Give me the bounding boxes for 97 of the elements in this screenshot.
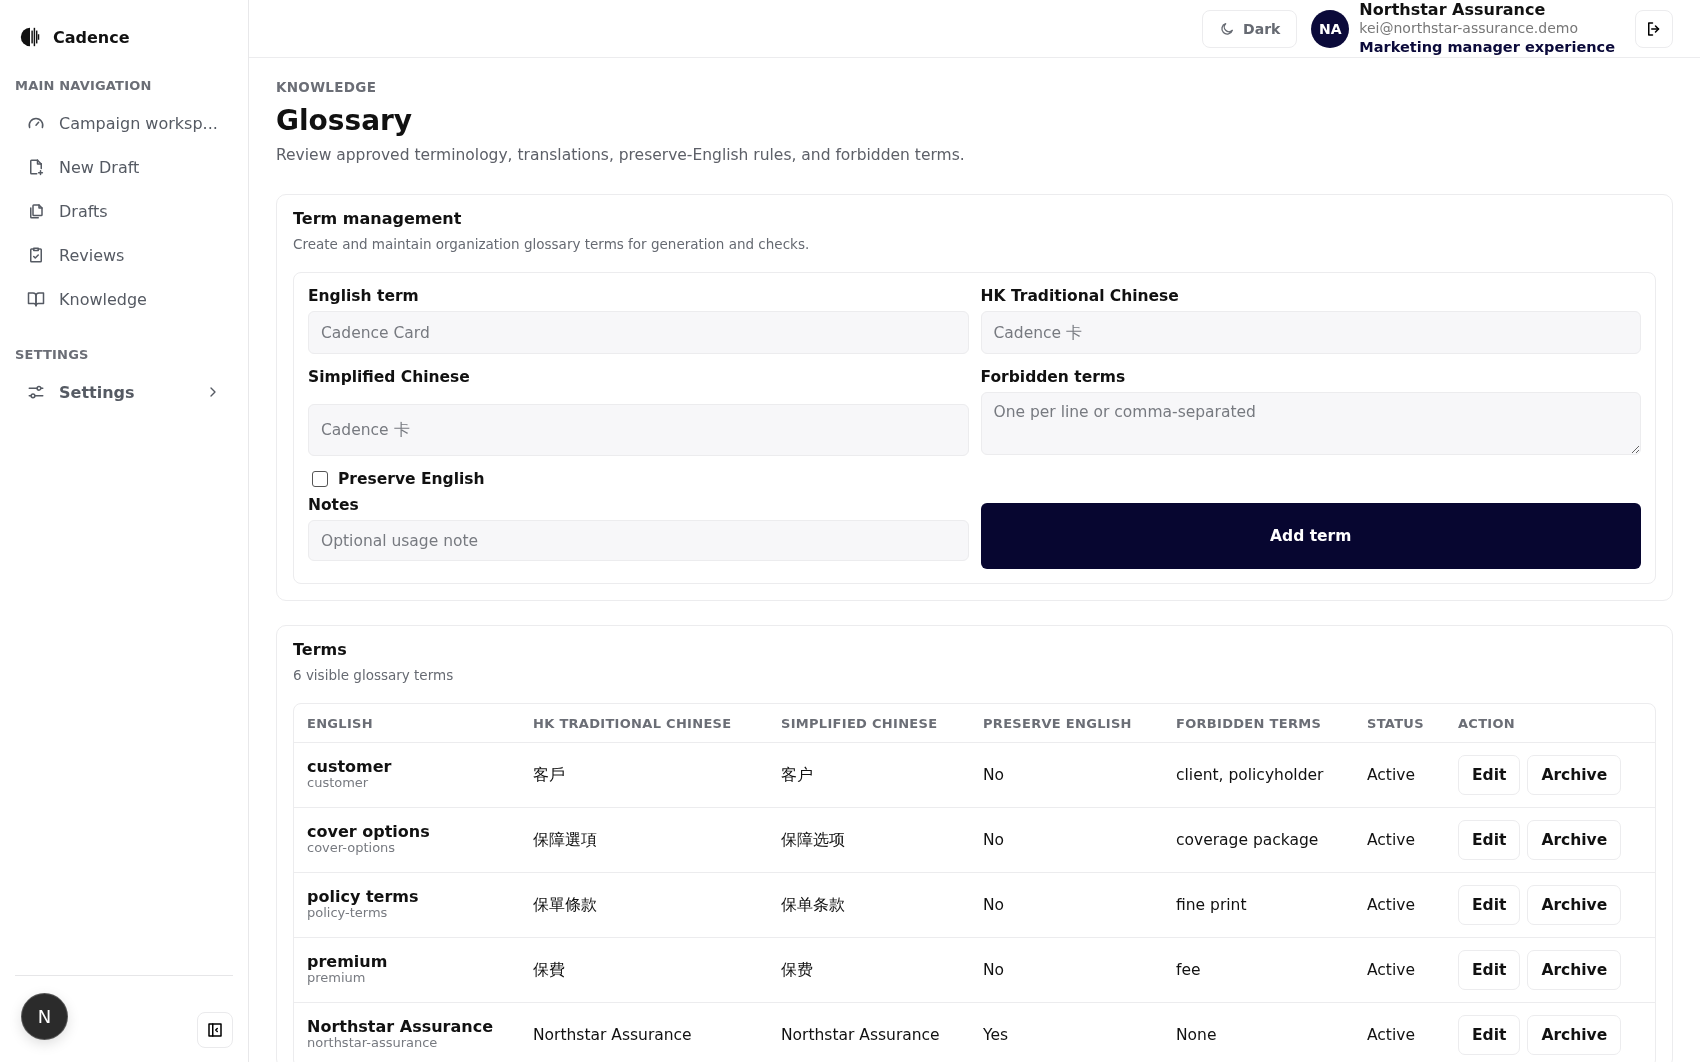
files-icon: [27, 202, 45, 220]
card-title: Term management: [293, 209, 463, 228]
column-header: PRESERVE ENGLISH: [983, 715, 1133, 731]
input-field[interactable]: Cadence Card: [308, 311, 969, 354]
account-avatar: NA: [1311, 9, 1350, 48]
card-subtitle: 6 visible glossary terms: [293, 667, 455, 683]
checkbox[interactable]: [312, 471, 328, 487]
table-cell-text: 保费: [781, 959, 814, 981]
table-cell-text: Active: [1367, 766, 1416, 784]
nav-item[interactable]: Campaign worksp...: [15, 101, 233, 145]
nav-item[interactable]: Drafts: [15, 189, 233, 233]
table-cell-text: fee: [1176, 961, 1202, 979]
account-email: kei@northstar-assurance.demo: [1359, 19, 1579, 38]
edit-button[interactable]: Edit: [1458, 755, 1521, 795]
field-label: Notes: [308, 496, 360, 514]
table-cell-text: 保单条款: [781, 894, 846, 916]
column-header: ENGLISH: [307, 715, 374, 731]
page-description: Review approved terminology, translations, preserve-English rules, and forbidden terms.: [276, 146, 966, 164]
input-field[interactable]: Cadence 卡: [980, 311, 1641, 354]
table-cell-text: No: [983, 766, 1006, 784]
table-cell-text: 保費: [533, 959, 566, 981]
edit-button[interactable]: Edit: [1458, 820, 1521, 860]
table-cell-text: 客戶: [533, 764, 566, 786]
page-eyebrow: KNOWLEDGE: [276, 79, 378, 95]
add-term-button[interactable]: Add term: [980, 503, 1641, 569]
table-cell-text: 客户: [781, 764, 814, 786]
field-label: Simplified Chinese: [308, 368, 471, 386]
nav-item[interactable]: Settings: [15, 370, 233, 414]
nav-item[interactable]: Knowledge: [15, 277, 233, 321]
user-avatar[interactable]: N: [22, 993, 67, 1039]
column-header: STATUS: [1367, 715, 1425, 731]
field-label: HK Traditional Chinese: [980, 287, 1180, 305]
card-subtitle: Create and maintain organization glossary terms for generation and checks.: [293, 236, 811, 252]
edit-button[interactable]: Edit: [1458, 950, 1521, 990]
archive-button[interactable]: Archive: [1527, 755, 1622, 795]
table-cell-text: Northstar Assurance: [533, 1026, 693, 1044]
table-cell-text: 保單條款: [533, 894, 598, 916]
collapse-sidebar-button[interactable]: [197, 1012, 233, 1048]
sliders-icon: [27, 383, 45, 401]
input-field[interactable]: Optional usage note: [308, 520, 969, 561]
field-label: Forbidden terms: [980, 368, 1127, 386]
account-name: Northstar Assurance: [1359, 0, 1547, 19]
checkbox-label: Preserve English: [338, 470, 485, 488]
table-cell-text: Northstar Assurance: [781, 1026, 941, 1044]
card-title: Terms: [293, 640, 348, 659]
table-cell-text: client, policyholder: [1176, 766, 1325, 784]
term-name: customer: [307, 759, 393, 775]
column-header: ACTION: [1458, 715, 1517, 731]
table-cell-text: Active: [1367, 961, 1416, 979]
brand-name: Cadence: [53, 27, 130, 47]
term-slug: northstar-assurance: [307, 1035, 439, 1051]
edit-button[interactable]: Edit: [1458, 1015, 1521, 1055]
term-slug: cover-options: [307, 840, 397, 856]
logo-icon: [19, 26, 41, 48]
table-cell-text: Active: [1367, 896, 1416, 914]
archive-button[interactable]: Archive: [1527, 820, 1622, 860]
term-name: policy terms: [307, 889, 420, 905]
column-header: SIMPLIFIED CHINESE: [781, 715, 939, 731]
page-title: Glossary: [276, 104, 414, 137]
edit-button[interactable]: Edit: [1458, 885, 1521, 925]
table-cell-text: No: [983, 896, 1006, 914]
table-cell-text: Active: [1367, 831, 1416, 849]
archive-button[interactable]: Archive: [1527, 1015, 1622, 1055]
clipboard-check-icon: [27, 246, 45, 264]
table-cell-text: 保障選項: [533, 829, 598, 851]
table-cell-text: fine print: [1176, 896, 1248, 914]
theme-toggle-button[interactable]: Dark: [1202, 9, 1298, 48]
column-header: FORBIDDEN TERMS: [1176, 715, 1323, 731]
collapse-sidebar-icon: [206, 1021, 224, 1039]
section-heading: MAIN NAVIGATION: [15, 78, 153, 93]
nav-item[interactable]: Reviews: [15, 233, 233, 277]
moon-icon: [1219, 20, 1236, 37]
table-cell-text: No: [983, 961, 1006, 979]
term-name: cover options: [307, 824, 431, 840]
archive-button[interactable]: Archive: [1527, 950, 1622, 990]
nav-item[interactable]: New Draft: [15, 145, 233, 189]
table-cell-text: 保障选项: [781, 829, 846, 851]
table-cell-text: No: [983, 831, 1006, 849]
table-cell-text: None: [1176, 1026, 1218, 1044]
book-icon: [27, 290, 45, 308]
term-name: premium: [307, 954, 389, 970]
section-heading: SETTINGS: [15, 347, 90, 362]
field-label: English term: [308, 287, 420, 305]
term-slug: premium: [307, 970, 367, 986]
archive-button[interactable]: Archive: [1527, 885, 1622, 925]
term-name: Northstar Assurance: [307, 1019, 494, 1035]
term-slug: customer: [307, 775, 370, 791]
logout-button[interactable]: [1635, 9, 1673, 48]
file-plus-icon: [27, 158, 45, 176]
table-cell-text: coverage package: [1176, 831, 1320, 849]
input-field[interactable]: One per line or comma-separated: [980, 392, 1641, 455]
term-slug: policy-terms: [307, 905, 389, 921]
account-role: Marketing manager experience: [1359, 38, 1615, 57]
table-cell-text: Active: [1367, 1026, 1416, 1044]
table-cell-text: Yes: [983, 1026, 1010, 1044]
input-field[interactable]: Cadence 卡: [308, 404, 969, 456]
column-header: HK TRADITIONAL CHINESE: [533, 715, 733, 731]
